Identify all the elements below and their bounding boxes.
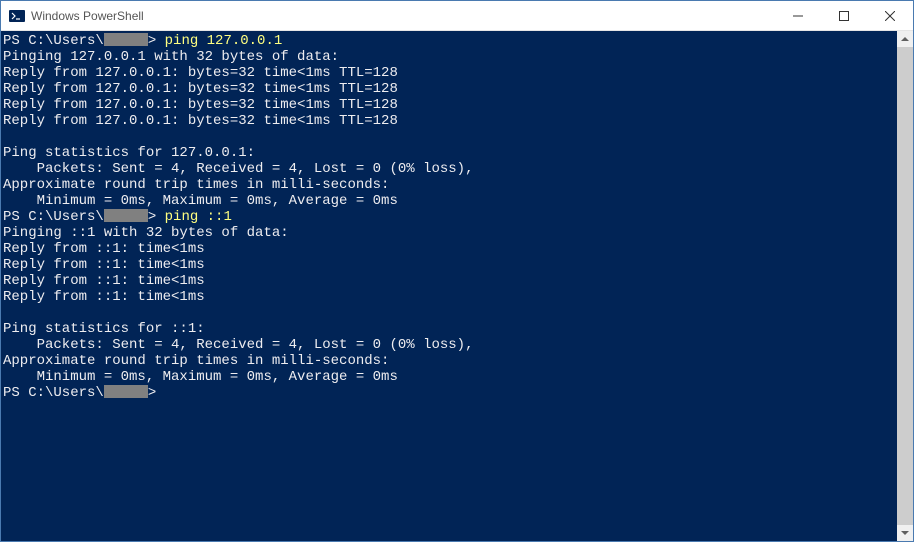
output-line: Packets: Sent = 4, Received = 4, Lost = … [3,161,897,177]
output-line: Pinging 127.0.0.1 with 32 bytes of data: [3,49,897,65]
redacted-username [104,385,148,398]
output-line: Reply from ::1: time<1ms [3,289,897,305]
output-line: Approximate round trip times in milli-se… [3,353,897,369]
ps-prompt-suffix: > [148,209,165,225]
output-line: Reply from 127.0.0.1: bytes=32 time<1ms … [3,113,897,129]
output-line: Ping statistics for ::1: [3,321,897,337]
scroll-thumb[interactable] [897,47,913,525]
output-line: Minimum = 0ms, Maximum = 0ms, Average = … [3,369,897,385]
blank-line [3,129,897,145]
vertical-scrollbar[interactable] [897,31,913,541]
output-line: Pinging ::1 with 32 bytes of data: [3,225,897,241]
output-line: Reply from 127.0.0.1: bytes=32 time<1ms … [3,65,897,81]
output-line: Reply from ::1: time<1ms [3,257,897,273]
output-line: Reply from 127.0.0.1: bytes=32 time<1ms … [3,97,897,113]
ps-prompt: PS C:\Users\ [3,385,104,401]
redacted-username [104,209,148,222]
scroll-track[interactable] [897,47,913,525]
blank-line [3,305,897,321]
command-text: ping 127.0.0.1 [165,33,283,49]
redacted-username [104,33,148,46]
titlebar[interactable]: Windows PowerShell [1,1,913,31]
window-title: Windows PowerShell [31,9,144,23]
ps-prompt-suffix: > [148,385,165,401]
output-line: Reply from 127.0.0.1: bytes=32 time<1ms … [3,81,897,97]
ps-prompt: PS C:\Users\ [3,209,104,225]
output-line: Reply from ::1: time<1ms [3,273,897,289]
terminal[interactable]: PS C:\Users\ > ping 127.0.0.1Pinging 127.… [1,31,897,541]
output-line: Packets: Sent = 4, Received = 4, Lost = … [3,337,897,353]
ps-prompt-suffix: > [148,33,165,49]
output-line: Approximate round trip times in milli-se… [3,177,897,193]
scroll-down-arrow-icon[interactable] [897,525,913,541]
command-text: ping ::1 [165,209,232,225]
close-button[interactable] [867,1,913,30]
ps-prompt: PS C:\Users\ [3,33,104,49]
titlebar-left: Windows PowerShell [9,8,144,24]
terminal-area: PS C:\Users\ > ping 127.0.0.1Pinging 127.… [1,31,913,541]
output-line: Minimum = 0ms, Maximum = 0ms, Average = … [3,193,897,209]
output-line: Ping statistics for 127.0.0.1: [3,145,897,161]
maximize-button[interactable] [821,1,867,30]
window-controls [775,1,913,30]
scroll-up-arrow-icon[interactable] [897,31,913,47]
minimize-button[interactable] [775,1,821,30]
output-line: Reply from ::1: time<1ms [3,241,897,257]
powershell-icon [9,8,25,24]
